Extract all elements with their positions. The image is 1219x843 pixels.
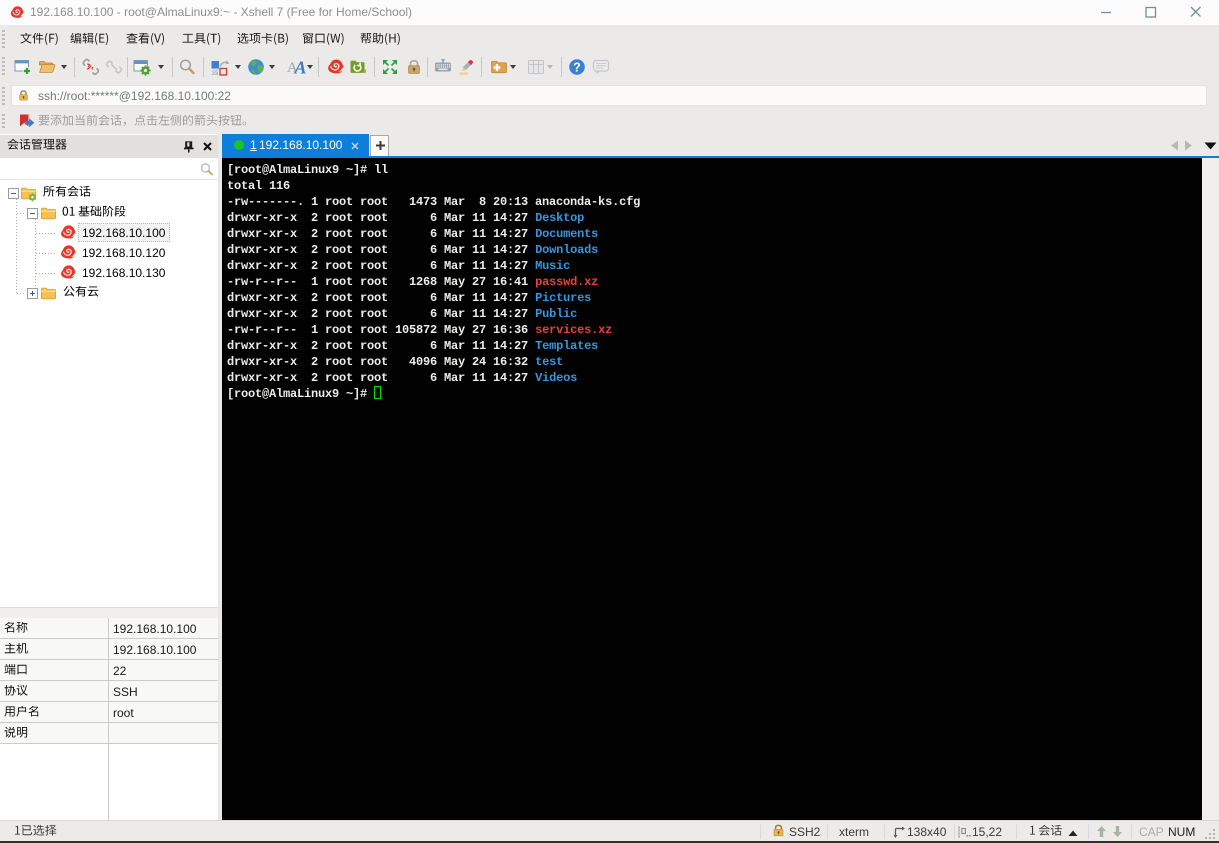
svg-text:?: ? — [573, 60, 581, 74]
svg-text:A: A — [294, 58, 307, 76]
